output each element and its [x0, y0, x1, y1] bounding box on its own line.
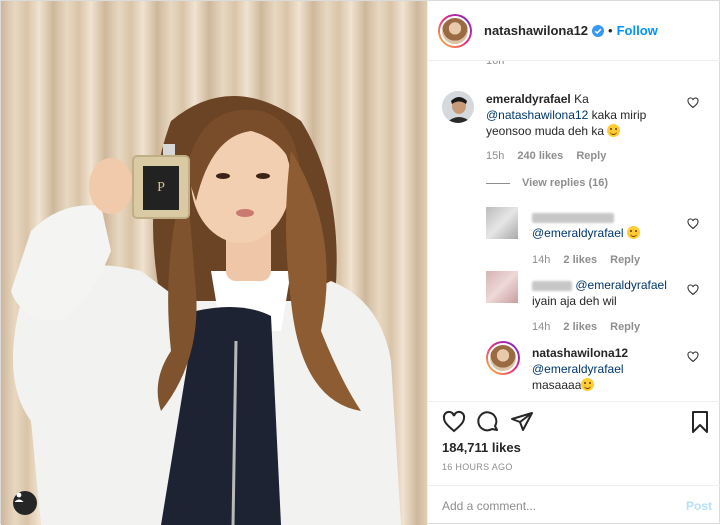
- reply-body: @emeraldyrafael: [532, 209, 692, 241]
- comment-input[interactable]: [442, 498, 686, 513]
- reply-like-heart-icon[interactable]: [687, 351, 699, 363]
- instagram-post: P natashawilona12 • Follow 16h emeraldyr…: [0, 0, 720, 525]
- smile-emoji-icon: [626, 226, 640, 239]
- comment-body: emeraldyrafael Ka @natashawilona12 kaka …: [486, 91, 686, 139]
- heart-icon[interactable]: [442, 410, 466, 434]
- blurred-username: [532, 280, 572, 291]
- author-avatar[interactable]: [438, 13, 472, 48]
- tagged-users-button[interactable]: [13, 491, 37, 515]
- reply-text: masaaaa: [532, 378, 582, 392]
- wink-emoji-icon: [581, 378, 595, 391]
- previous-comment-time: 16h: [486, 61, 505, 67]
- person-icon: [14, 492, 24, 502]
- reply-time[interactable]: 14h: [532, 254, 550, 266]
- comment-reply-button[interactable]: Reply: [576, 150, 606, 162]
- post-timestamp[interactable]: 16 HOURS AGO: [442, 462, 513, 472]
- reply-likes[interactable]: 2 likes: [563, 254, 597, 266]
- comment-username[interactable]: emeraldyrafael: [486, 92, 571, 106]
- comment-text-prefix: Ka: [574, 92, 589, 106]
- reply-avatar[interactable]: [486, 207, 518, 239]
- reply-body: natashawilona12 @emeraldyrafael masaaaa: [532, 345, 692, 393]
- blurred-username: [532, 212, 614, 223]
- author-reply-avatar[interactable]: [486, 341, 520, 375]
- post-header: natashawilona12 • Follow: [428, 1, 720, 61]
- svg-text:P: P: [157, 180, 165, 195]
- reply-mention[interactable]: @emeraldyrafael: [532, 226, 624, 240]
- photo-illustration: P: [11, 96, 401, 525]
- post-actions: 184,711 likes 16 HOURS AGO: [428, 401, 720, 485]
- comment-icon[interactable]: [476, 410, 500, 434]
- share-icon[interactable]: [510, 410, 534, 434]
- reply-reply-button[interactable]: Reply: [610, 321, 640, 333]
- comment-like-heart-icon[interactable]: [687, 97, 699, 109]
- reply-meta: 14h 2 likes Reply: [532, 321, 650, 333]
- reply-mention[interactable]: @emeraldyrafael: [575, 278, 667, 292]
- reply-body: @emeraldyrafael iyain aja deh wil: [532, 277, 702, 309]
- commenter-avatar[interactable]: [442, 91, 474, 123]
- post-photo[interactable]: P: [1, 1, 427, 525]
- bookmark-icon[interactable]: [688, 410, 712, 434]
- reply-avatar[interactable]: [486, 271, 518, 303]
- comments-list[interactable]: 16h emeraldyrafael Ka @natashawilona12 k…: [428, 61, 720, 401]
- reply-likes[interactable]: 2 likes: [563, 321, 597, 333]
- reply-time[interactable]: 14h: [532, 321, 550, 333]
- author-username[interactable]: natashawilona12: [484, 23, 588, 38]
- comment-likes[interactable]: 240 likes: [517, 150, 563, 162]
- reply-meta: 14h 2 likes Reply: [532, 254, 650, 266]
- view-replies-button[interactable]: View replies (16): [486, 177, 608, 189]
- reply-like-heart-icon[interactable]: [687, 284, 699, 296]
- reply-like-heart-icon[interactable]: [687, 218, 699, 230]
- verified-badge-icon: [592, 24, 605, 37]
- reply-username[interactable]: natashawilona12: [532, 346, 628, 360]
- avatar-photo: [442, 91, 474, 123]
- replies-divider-line: [486, 182, 510, 184]
- thinking-emoji-icon: [607, 124, 621, 137]
- post-comment-button[interactable]: Post: [686, 499, 712, 513]
- post-likes-count[interactable]: 184,711 likes: [442, 440, 521, 455]
- separator-dot: •: [608, 23, 613, 38]
- comment-time[interactable]: 15h: [486, 150, 504, 162]
- post-side-panel: natashawilona12 • Follow 16h emeraldyraf: [427, 1, 720, 525]
- follow-button[interactable]: Follow: [617, 23, 658, 38]
- reply-mention[interactable]: @emeraldyrafael: [532, 362, 624, 376]
- reply-reply-button[interactable]: Reply: [610, 254, 640, 266]
- comment-meta: 15h 240 likes Reply: [486, 150, 616, 162]
- reply-text: iyain aja deh wil: [532, 294, 617, 308]
- comment-mention[interactable]: @natashawilona12: [486, 108, 588, 122]
- view-replies-label: View replies (16): [522, 177, 609, 189]
- add-comment-bar: Post: [428, 485, 720, 525]
